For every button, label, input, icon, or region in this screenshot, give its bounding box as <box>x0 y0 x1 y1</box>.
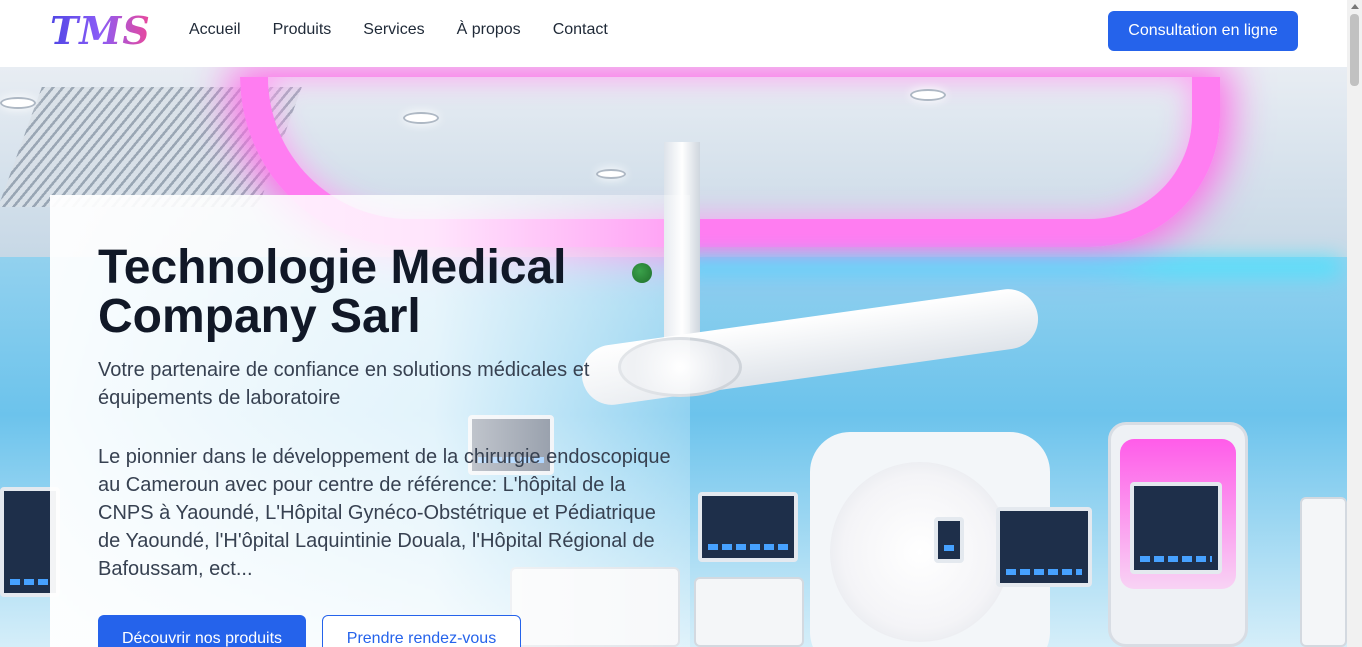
book-appointment-button[interactable]: Prendre rendez-vous <box>322 615 521 647</box>
monitor-screen-graphic <box>698 492 798 562</box>
monitor-screen-graphic <box>1130 482 1222 574</box>
nav-link-produits[interactable]: Produits <box>273 20 332 40</box>
hero-content-card: Technologie Medical Company Sarl Votre p… <box>50 195 690 647</box>
site-header: TMS Accueil Produits Services À propos C… <box>0 0 1347 67</box>
monitor-screen-graphic <box>996 507 1092 587</box>
scanner-opening-graphic <box>830 462 1010 642</box>
ceiling-light-graphic <box>0 97 36 109</box>
tms-logo[interactable]: TMS <box>50 8 151 53</box>
scroll-thumb[interactable] <box>1350 14 1359 86</box>
equipment-cart-graphic <box>694 577 804 647</box>
blue-light-strip-graphic <box>680 257 1340 277</box>
page-scrollbar[interactable] <box>1347 0 1362 647</box>
hero-subtitle: Votre partenaire de confiance en solutio… <box>98 359 590 409</box>
online-consultation-button[interactable]: Consultation en ligne <box>1108 11 1298 51</box>
ceiling-light-graphic <box>910 89 946 101</box>
status-dot-graphic <box>632 263 652 283</box>
scroll-up-arrow-icon[interactable] <box>1351 4 1359 9</box>
ceiling-light-graphic <box>596 169 626 179</box>
main-nav: Accueil Produits Services À propos Conta… <box>189 20 608 40</box>
ceiling-light-graphic <box>403 112 439 124</box>
nav-link-services[interactable]: Services <box>363 20 424 40</box>
nav-link-accueil[interactable]: Accueil <box>189 20 241 40</box>
hero-title: Technologie Medical Company Sarl <box>98 241 567 343</box>
nav-link-a-propos[interactable]: À propos <box>457 20 521 40</box>
monitor-screen-graphic <box>934 517 964 563</box>
equipment-cart-graphic <box>1300 497 1347 647</box>
nav-link-contact[interactable]: Contact <box>553 20 608 40</box>
discover-products-button[interactable]: Découvrir nos produits <box>98 615 306 647</box>
hero-description: Le pionnier dans le développement de la … <box>98 446 671 580</box>
